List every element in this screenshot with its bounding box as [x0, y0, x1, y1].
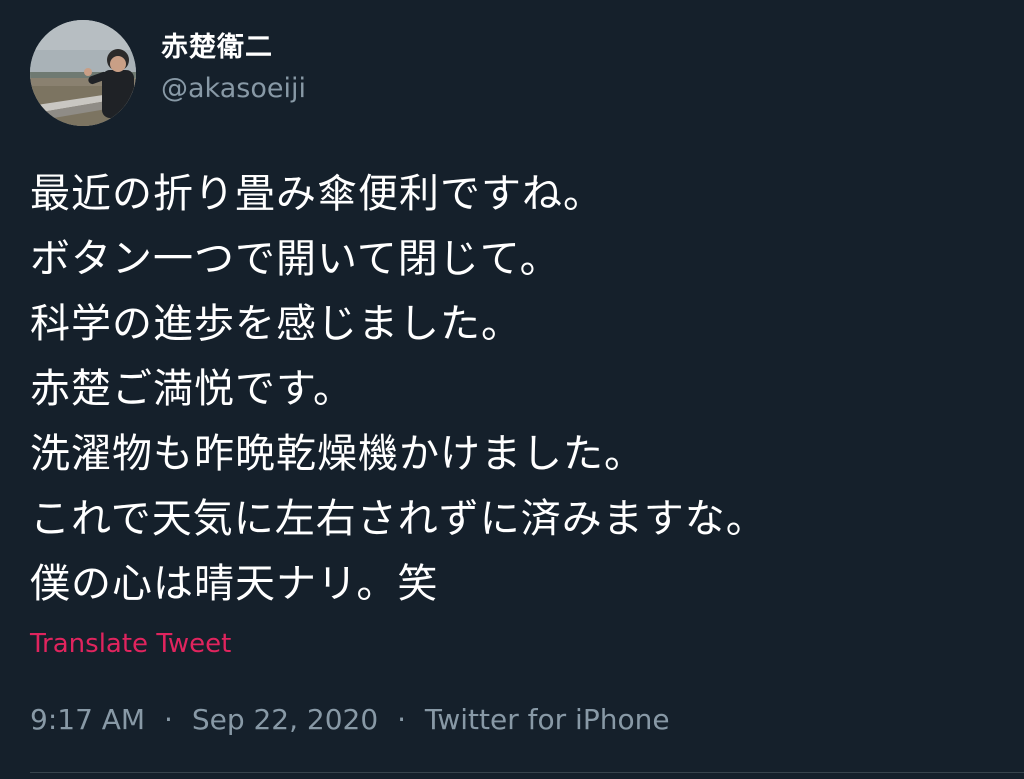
tweet-date[interactable]: Sep 22, 2020 — [192, 703, 378, 736]
avatar[interactable] — [30, 20, 136, 126]
tweet-text: 最近の折り畳み傘便利ですね。 ボタン一つで開いて閉じて。 科学の進歩を感じました… — [30, 162, 1010, 617]
tweet-time[interactable]: 9:17 AM — [30, 703, 145, 736]
tweet-text-line: ボタン一つで開いて閉じて。 — [30, 236, 561, 282]
tweet-text-line: これで天気に左右されずに済みますな。 — [30, 496, 767, 542]
tweet-source-link[interactable]: Twitter for iPhone — [425, 703, 670, 736]
tweet-detail: 赤楚衛二 @akasoeiji 最近の折り畳み傘便利ですね。 ボタン一つで開いて… — [0, 0, 1024, 779]
divider — [30, 772, 1024, 773]
user-info: 赤楚衛二 @akasoeiji — [161, 29, 306, 107]
display-name[interactable]: 赤楚衛二 — [161, 29, 306, 67]
tweet-text-line: 科学の進歩を感じました。 — [30, 301, 522, 347]
user-handle[interactable]: @akasoeiji — [161, 71, 306, 107]
avatar-photo-icon — [30, 20, 136, 126]
tweet-header: 赤楚衛二 @akasoeiji — [30, 20, 306, 126]
tweet-text-line: 洗濯物も昨晩乾燥機かけました。 — [30, 431, 645, 477]
tweet-text-line: 赤楚ご満悦です。 — [30, 366, 354, 412]
meta-separator: · — [164, 703, 173, 736]
translate-tweet-link[interactable]: Translate Tweet — [30, 626, 231, 662]
tweet-text-line: 最近の折り畳み傘便利ですね。 — [30, 171, 604, 217]
tweet-text-line: 僕の心は晴天ナリ。笑 — [30, 561, 439, 607]
meta-separator: · — [397, 703, 406, 736]
tweet-metadata: 9:17 AM · Sep 22, 2020 · Twitter for iPh… — [30, 700, 670, 740]
